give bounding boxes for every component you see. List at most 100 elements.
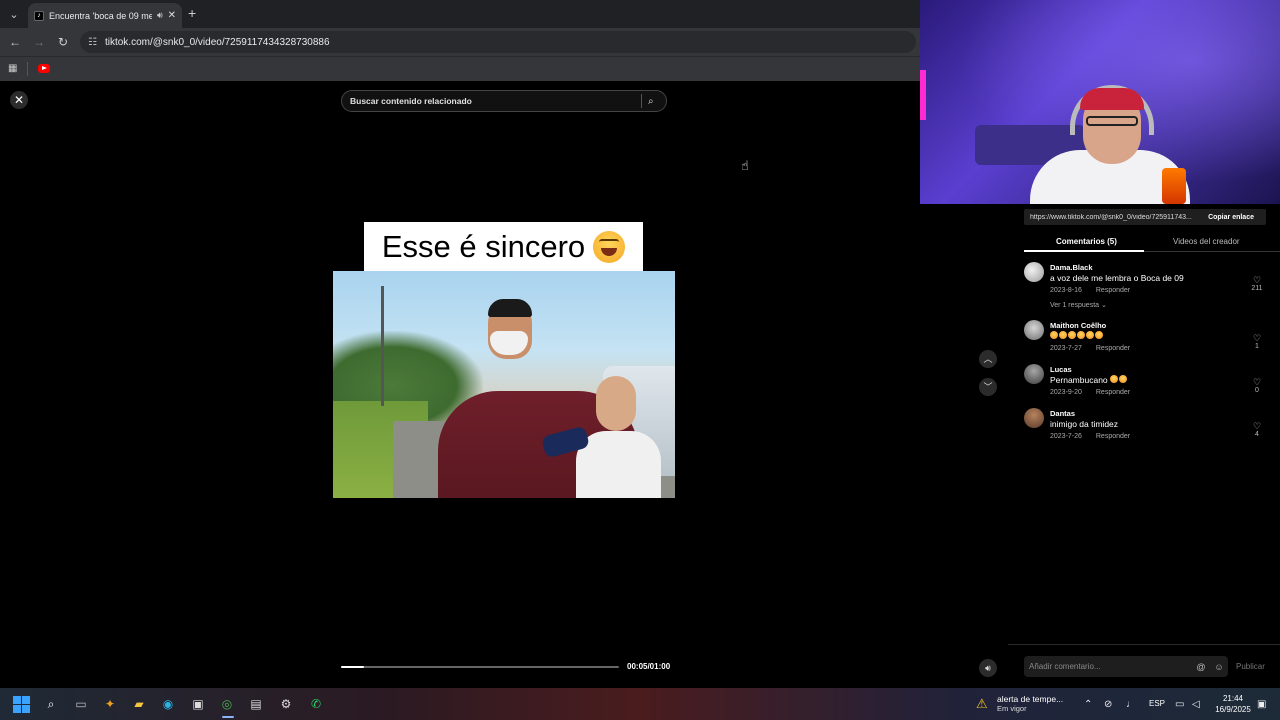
task-view-icon[interactable]: ▭ — [71, 694, 91, 714]
laughing-emoji-icon — [1050, 331, 1058, 339]
laughing-emoji-icon — [1077, 331, 1085, 339]
comment-username[interactable]: Maithon Coêlho — [1050, 321, 1106, 330]
like-count: 211 — [1251, 285, 1263, 292]
video-time: 00:05/01:00 — [627, 662, 671, 671]
reload-icon[interactable]: ↻ — [56, 35, 70, 49]
network-icon[interactable]: ▭ — [1175, 699, 1184, 711]
avatar[interactable] — [1024, 320, 1044, 340]
laughing-emoji-icons — [1110, 375, 1128, 383]
copy-link-button[interactable]: Copiar enlace — [1196, 214, 1266, 221]
frame-boy-head — [596, 376, 636, 431]
notification-icon[interactable]: ▣ — [1257, 699, 1266, 711]
webcam-cup — [1162, 168, 1186, 204]
whatsapp-icon[interactable]: ✆ — [306, 694, 326, 714]
video-caption-overlay: Esse é sincero — [364, 222, 643, 271]
comment-username[interactable]: Lucas — [1050, 365, 1072, 374]
publish-button[interactable]: Publicar — [1236, 662, 1265, 671]
comment-item: Dantas inimigo da timidez 2023-7-26 Resp… — [1024, 408, 1274, 448]
comment-username[interactable]: Dama.Black — [1050, 263, 1093, 272]
search-icon[interactable]: ⌕ — [41, 694, 61, 714]
reply-button[interactable]: Responder — [1096, 287, 1130, 294]
comments-panel — [1008, 122, 1280, 688]
microphone-icon[interactable]: ♩ — [1126, 699, 1136, 711]
copilot-icon[interactable]: ✦ — [100, 694, 120, 714]
speaker-icon[interactable]: ◁ — [1192, 699, 1200, 711]
comment-text: a voz dele me lembra o Boca de 09 — [1050, 273, 1184, 283]
webcam-cap — [1080, 88, 1144, 110]
add-comment-input[interactable]: Añadir comentario... @ ☺ — [1024, 656, 1228, 677]
active-tab-indicator — [1024, 250, 1144, 252]
language-indicator[interactable]: ESP — [1149, 699, 1165, 708]
frame-pole — [381, 286, 384, 406]
tab-search-icon[interactable]: ⌄ — [6, 6, 22, 22]
video-progress-fill — [341, 666, 365, 668]
mention-icon[interactable]: @ — [1192, 662, 1210, 672]
back-arrow-icon[interactable]: ← — [8, 35, 22, 49]
like-count: 4 — [1255, 431, 1259, 438]
next-video-chevron-down-icon[interactable]: ﹀ — [979, 378, 997, 396]
laughing-emoji-icon — [1086, 331, 1094, 339]
frame-boy-body — [576, 431, 661, 498]
tab-comments[interactable]: Comentarios (5) — [1056, 237, 1117, 246]
store-icon[interactable]: ▣ — [188, 694, 208, 714]
chrome-icon[interactable]: ◎ — [217, 694, 237, 714]
youtube-icon[interactable] — [38, 64, 50, 73]
active-app-indicator — [222, 716, 234, 718]
comment-meta: 2023-8-16 Responder — [1050, 287, 1130, 294]
windows-start-icon[interactable] — [11, 694, 31, 714]
apps-grid-icon[interactable]: ▦ — [8, 63, 20, 75]
reply-button[interactable]: Responder — [1096, 389, 1130, 396]
comment-date: 2023-9-20 — [1050, 389, 1082, 396]
file-explorer-icon[interactable]: ▰ — [129, 694, 149, 714]
laughing-emoji-icon — [1068, 331, 1076, 339]
address-bar[interactable]: ☷ tiktok.com/@snk0_0/video/7259117434328… — [80, 31, 916, 53]
edge-icon[interactable]: ◉ — [158, 694, 178, 714]
weather-subtitle: Em vigor — [997, 704, 1027, 713]
settings-gear-icon[interactable]: ⚙ — [276, 694, 296, 714]
url-text: tiktok.com/@snk0_0/video/725911743432873… — [104, 36, 330, 48]
like-count: 1 — [1255, 343, 1259, 350]
camera-off-icon[interactable]: ⊘ — [1104, 699, 1112, 711]
site-info-icon[interactable]: ☷ — [88, 37, 97, 48]
laughing-emoji-icons — [1050, 331, 1103, 339]
volume-icon[interactable]: 🔊︎ — [979, 659, 997, 677]
tab-title: Encuentra 'boca de 09 me... — [49, 10, 152, 21]
browser-tab-bar: ⌄ ♪ Encuentra 'boca de 09 me... 🔊︎ ✕ + — [0, 0, 920, 28]
comment-item: Maithon Coêlho 2023-7-27 Responder ♡ 1 — [1024, 320, 1274, 360]
weather-widget[interactable]: ⚠ alerta de tempe... Em vigor — [976, 692, 1086, 716]
laughing-emoji-icon — [1059, 331, 1067, 339]
video-progress-bar[interactable] — [341, 666, 619, 668]
reply-button[interactable]: Responder — [1096, 345, 1130, 352]
clock[interactable]: 21:44 16/9/2025 — [1211, 693, 1255, 715]
share-link-bar: https://www.tiktok.com/@snk0_0/video/725… — [1024, 209, 1266, 225]
screen: ⌄ ♪ Encuentra 'boca de 09 me... 🔊︎ ✕ + ←… — [0, 0, 1280, 720]
search-divider — [641, 94, 642, 108]
avatar[interactable] — [1024, 262, 1044, 282]
comment-date: 2023-7-27 — [1050, 345, 1082, 352]
comment-meta: 2023-9-20 Responder — [1050, 389, 1130, 396]
video-player[interactable]: Buscar contenido relacionado ⌕ Esse é si… — [333, 81, 675, 688]
search-placeholder: Buscar contenido relacionado — [350, 96, 472, 106]
tab-creator-videos[interactable]: Videos del creador — [1173, 237, 1240, 246]
view-replies-button[interactable]: Ver 1 respuesta ⌄ — [1050, 301, 1107, 309]
avatar[interactable] — [1024, 364, 1044, 384]
comment-username[interactable]: Dantas — [1050, 409, 1075, 418]
emoji-picker-icon[interactable]: ☺ — [1210, 662, 1228, 672]
related-search-input[interactable]: Buscar contenido relacionado ⌕ — [341, 90, 667, 112]
new-tab-button[interactable]: + — [188, 6, 196, 20]
browser-tab-tiktok[interactable]: ♪ Encuentra 'boca de 09 me... 🔊︎ ✕ — [28, 3, 182, 28]
app-icon[interactable]: ▤ — [246, 694, 266, 714]
laughing-emoji-icon — [593, 230, 626, 263]
forward-arrow-icon[interactable]: → — [32, 35, 46, 49]
avatar[interactable] — [1024, 408, 1044, 428]
speaker-icon[interactable]: 🔊︎ — [157, 10, 163, 21]
previous-video-chevron-up-icon[interactable]: ︿ — [979, 350, 997, 368]
share-url[interactable]: https://www.tiktok.com/@snk0_0/video/725… — [1030, 214, 1196, 221]
close-video-icon[interactable]: ✕ — [10, 91, 28, 109]
comment-meta: 2023-7-26 Responder — [1050, 433, 1130, 440]
reply-button[interactable]: Responder — [1096, 433, 1130, 440]
chevron-up-icon[interactable]: ⌃ — [1084, 699, 1092, 711]
search-icon[interactable]: ⌕ — [648, 96, 666, 107]
laughing-emoji-icon — [1110, 375, 1119, 383]
close-tab-icon[interactable]: ✕ — [168, 10, 176, 21]
